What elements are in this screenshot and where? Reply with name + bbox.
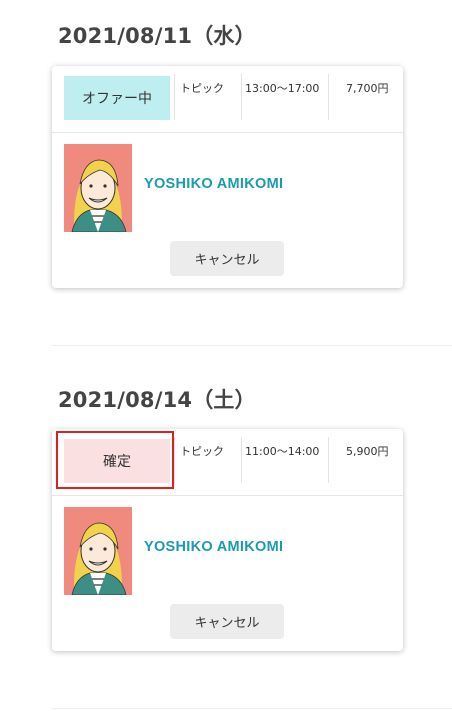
user-name[interactable]: YOSHIKO AMIKOMI bbox=[144, 176, 283, 192]
avatar bbox=[64, 144, 132, 232]
price: 7,700円 bbox=[346, 82, 389, 95]
booking-summary-row: オファー中 トピック 13:00〜17:00 7,700円 bbox=[52, 66, 403, 133]
date-heading: 2021/08/11（水） bbox=[58, 24, 256, 48]
cancel-button[interactable]: キャンセル bbox=[170, 241, 284, 276]
date-heading: 2021/08/14（土） bbox=[58, 388, 256, 412]
time-range: 13:00〜17:00 bbox=[245, 82, 320, 95]
booking-card: 確定 トピック 11:00〜14:00 5,900円 YOSHIKO AMIKO… bbox=[52, 429, 403, 651]
price: 5,900円 bbox=[346, 445, 389, 458]
divider bbox=[328, 74, 329, 120]
divider bbox=[174, 74, 175, 120]
booking-card: オファー中 トピック 13:00〜17:00 7,700円 YOSHIKO AM… bbox=[52, 66, 403, 288]
section-divider bbox=[52, 345, 452, 346]
status-badge: オファー中 bbox=[64, 76, 170, 120]
topic-label: トピック bbox=[180, 82, 224, 95]
section-divider bbox=[52, 708, 452, 709]
topic-label: トピック bbox=[180, 445, 224, 458]
divider bbox=[328, 437, 329, 483]
avatar bbox=[64, 507, 132, 595]
divider bbox=[241, 437, 242, 483]
time-range: 11:00〜14:00 bbox=[245, 445, 320, 458]
booking-summary-row: 確定 トピック 11:00〜14:00 5,900円 bbox=[52, 429, 403, 496]
user-name[interactable]: YOSHIKO AMIKOMI bbox=[144, 539, 283, 555]
cancel-button[interactable]: キャンセル bbox=[170, 604, 284, 639]
highlight-frame bbox=[56, 431, 174, 489]
divider bbox=[241, 74, 242, 120]
divider bbox=[174, 437, 175, 483]
